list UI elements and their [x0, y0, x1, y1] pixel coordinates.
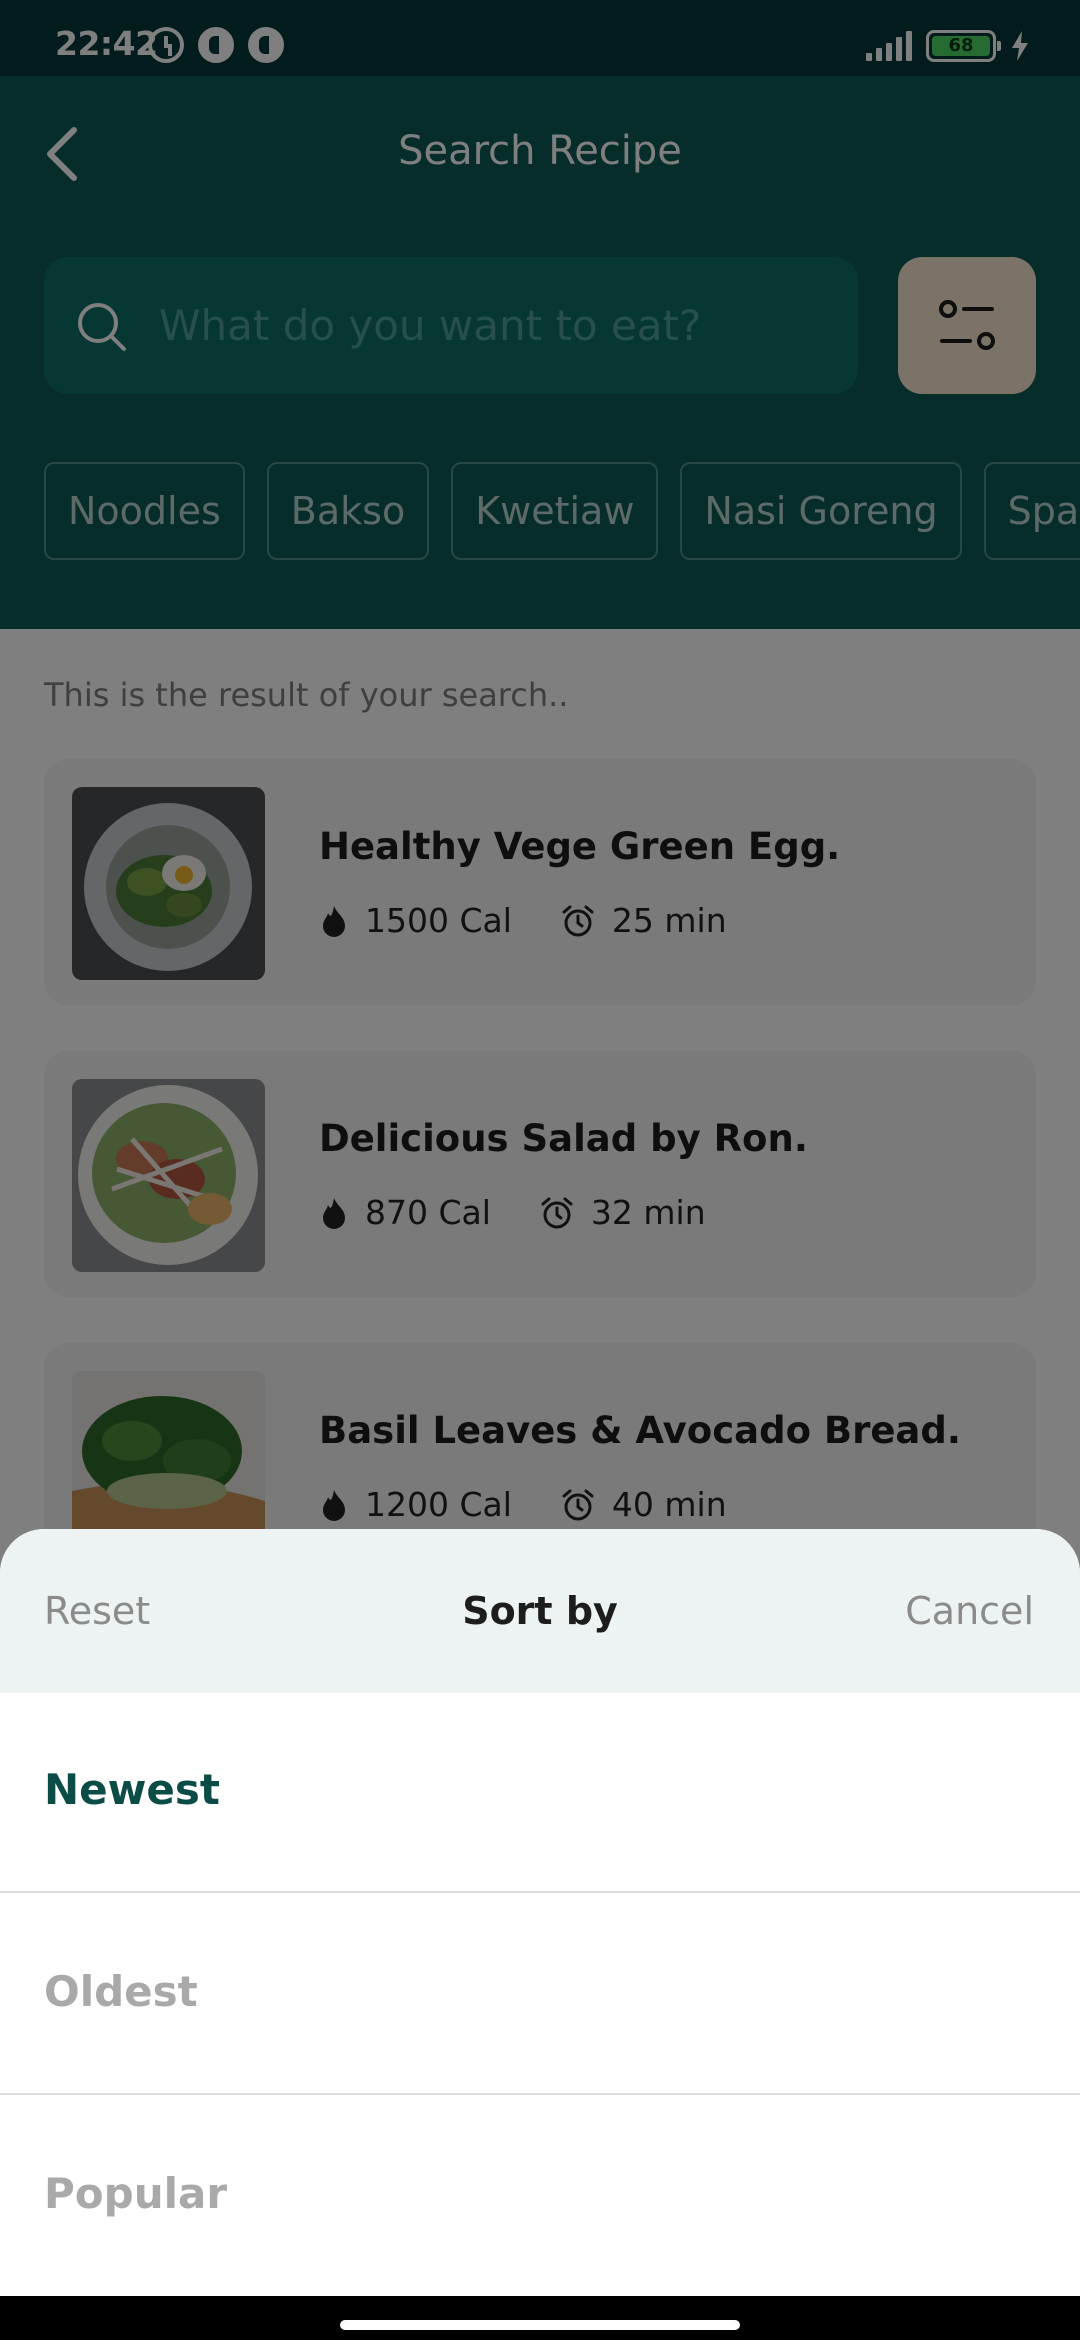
system-nav-bar: [0, 2296, 1080, 2340]
app-screen: 22:42 68 Search Recipe: [0, 0, 1080, 2340]
sort-option-newest[interactable]: Newest: [0, 1693, 1080, 1893]
sort-bottom-sheet: Reset Sort by Cancel Newest Oldest Popul…: [0, 1529, 1080, 2296]
sort-option-label: Oldest: [44, 1967, 198, 2016]
sheet-header: Reset Sort by Cancel: [0, 1529, 1080, 1693]
home-indicator[interactable]: [340, 2320, 740, 2330]
cancel-button[interactable]: Cancel: [905, 1589, 1034, 1633]
sort-option-label: Newest: [44, 1765, 220, 1814]
sort-option-popular[interactable]: Popular: [0, 2097, 1080, 2296]
sort-option-label: Popular: [44, 2169, 228, 2218]
sort-option-oldest[interactable]: Oldest: [0, 1895, 1080, 2095]
